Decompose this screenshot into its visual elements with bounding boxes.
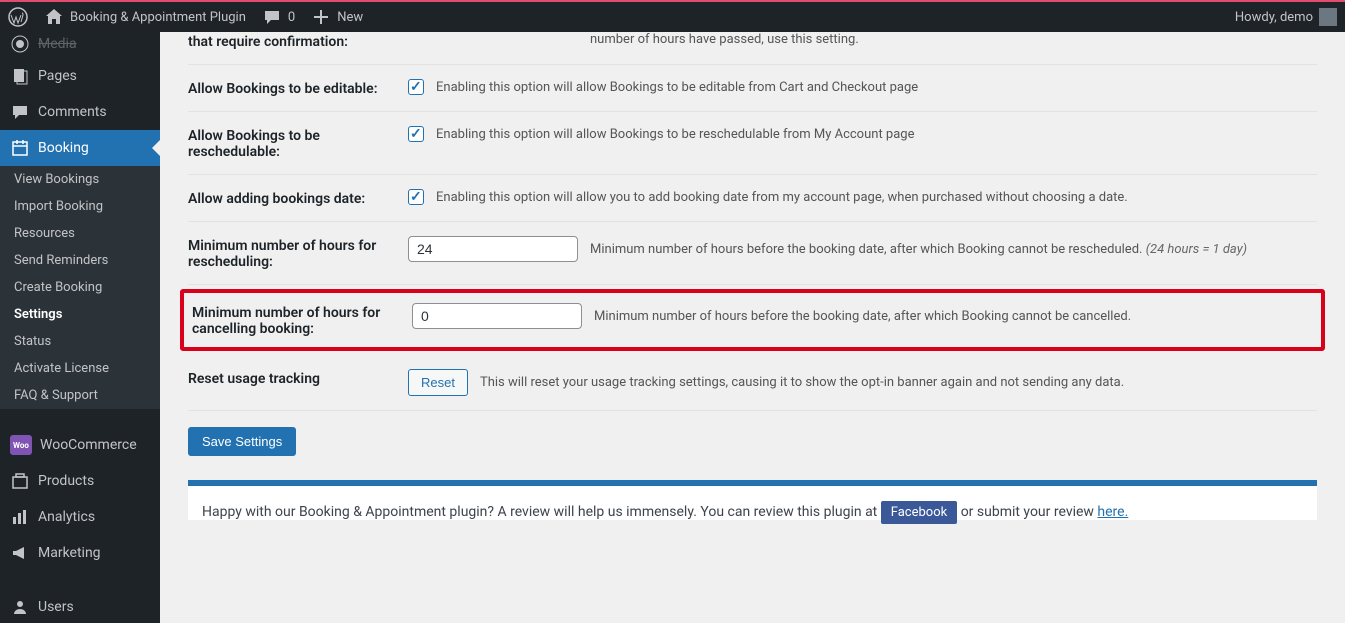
users-icon xyxy=(10,597,30,617)
comment-icon xyxy=(10,102,30,122)
sidebar-item-label: WooCommerce xyxy=(40,437,137,453)
review-here-link[interactable]: here. xyxy=(1097,504,1128,520)
submenu-resources[interactable]: Resources xyxy=(0,220,160,247)
calendar-icon xyxy=(10,138,30,158)
submenu-faq-support[interactable]: FAQ & Support xyxy=(0,382,160,409)
editable-desc: Enabling this option will allow Bookings… xyxy=(436,80,918,95)
sidebar-item-media[interactable]: Media xyxy=(0,32,160,58)
review-text-before: Happy with our Booking & Appointment plu… xyxy=(202,504,881,520)
comment-icon xyxy=(262,7,282,27)
sidebar-item-woocommerce[interactable]: Woo WooCommerce xyxy=(0,427,160,463)
sidebar-item-products[interactable]: Products xyxy=(0,463,160,499)
reschedulable-checkbox[interactable] xyxy=(408,126,424,142)
reschedulable-label: Allow Bookings to be reschedulable: xyxy=(188,126,408,160)
admin-sidebar: Media Pages Comments Booking View Bookin… xyxy=(0,32,160,623)
comments-link[interactable]: 0 xyxy=(254,2,303,32)
comments-count: 0 xyxy=(288,10,295,25)
min-resched-label: Minimum number of hours for rescheduling… xyxy=(188,236,408,270)
review-banner: Happy with our Booking & Appointment plu… xyxy=(188,480,1317,520)
megaphone-icon xyxy=(10,543,30,563)
admin-bar-right[interactable]: Howdy, demo xyxy=(1235,8,1345,26)
row-confirmation: that require confirmation: number of hou… xyxy=(188,32,1317,65)
min-cancel-input[interactable] xyxy=(412,303,582,329)
row-min-cancel-highlight: Minimum number of hours for cancelling b… xyxy=(180,289,1325,351)
new-label: New xyxy=(337,10,363,25)
sidebar-item-label: Analytics xyxy=(38,509,95,525)
min-resched-input[interactable] xyxy=(408,236,578,262)
row-min-cancel: Minimum number of hours for cancelling b… xyxy=(192,303,1313,337)
site-home-link[interactable]: Booking & Appointment Plugin xyxy=(36,2,254,32)
submenu-create-booking[interactable]: Create Booking xyxy=(0,274,160,301)
booking-submenu: View Bookings Import Booking Resources S… xyxy=(0,166,160,409)
min-cancel-desc: Minimum number of hours before the booki… xyxy=(594,309,1131,324)
sidebar-item-label: Products xyxy=(38,473,94,489)
min-cancel-label: Minimum number of hours for cancelling b… xyxy=(192,303,412,337)
submenu-settings[interactable]: Settings xyxy=(0,301,160,328)
sidebar-item-label: Users xyxy=(38,599,74,615)
submenu-send-reminders[interactable]: Send Reminders xyxy=(0,247,160,274)
sidebar-item-label: Comments xyxy=(38,104,107,120)
sidebar-item-users[interactable]: Users xyxy=(0,589,160,623)
save-settings-button[interactable]: Save Settings xyxy=(188,427,296,456)
submenu-import-booking[interactable]: Import Booking xyxy=(0,193,160,220)
sidebar-item-pages[interactable]: Pages xyxy=(0,58,160,94)
sidebar-item-analytics[interactable]: Analytics xyxy=(0,499,160,535)
howdy-text: Howdy, demo xyxy=(1235,10,1313,25)
min-resched-hint: (24 hours = 1 day) xyxy=(1146,242,1247,257)
add-date-label: Allow adding bookings date: xyxy=(188,189,408,207)
confirmation-desc: number of hours have passed, use this se… xyxy=(590,32,859,47)
home-icon xyxy=(44,7,64,27)
row-add-date: Allow adding bookings date: Enabling thi… xyxy=(188,175,1317,222)
reset-desc: This will reset your usage tracking sett… xyxy=(480,375,1124,390)
sidebar-item-comments[interactable]: Comments xyxy=(0,94,160,130)
row-reschedulable: Allow Bookings to be reschedulable: Enab… xyxy=(188,112,1317,175)
new-content-link[interactable]: New xyxy=(303,2,371,32)
woocommerce-icon: Woo xyxy=(10,435,32,455)
wordpress-icon xyxy=(8,7,28,27)
row-min-reschedule: Minimum number of hours for rescheduling… xyxy=(188,222,1317,285)
reset-button[interactable]: Reset xyxy=(408,369,468,396)
min-resched-desc: Minimum number of hours before the booki… xyxy=(590,242,1142,257)
sidebar-item-label: Booking xyxy=(38,140,89,156)
submenu-status[interactable]: Status xyxy=(0,328,160,355)
editable-label: Allow Bookings to be editable: xyxy=(188,79,408,97)
submenu-view-bookings[interactable]: View Bookings xyxy=(0,166,160,193)
reschedulable-desc: Enabling this option will allow Bookings… xyxy=(436,127,914,142)
editable-checkbox[interactable] xyxy=(408,79,424,95)
confirmation-label: that require confirmation: xyxy=(188,32,408,50)
media-icon xyxy=(10,34,30,54)
add-date-checkbox[interactable] xyxy=(408,189,424,205)
add-date-desc: Enabling this option will allow you to a… xyxy=(436,190,1128,205)
row-reset-tracking: Reset usage tracking Reset This will res… xyxy=(188,355,1317,411)
pages-icon xyxy=(10,66,30,86)
sidebar-item-booking[interactable]: Booking xyxy=(0,130,160,166)
analytics-icon xyxy=(10,507,30,527)
settings-content: that require confirmation: number of hou… xyxy=(160,32,1345,623)
sidebar-item-marketing[interactable]: Marketing xyxy=(0,535,160,571)
wp-logo[interactable] xyxy=(0,2,36,32)
avatar xyxy=(1319,8,1337,26)
sidebar-item-label: Media xyxy=(38,36,77,52)
products-icon xyxy=(10,471,30,491)
plus-icon xyxy=(311,7,331,27)
admin-bar-left: Booking & Appointment Plugin 0 New xyxy=(0,2,371,32)
facebook-badge[interactable]: Facebook xyxy=(881,501,957,524)
sidebar-item-label: Pages xyxy=(38,68,77,84)
reset-label: Reset usage tracking xyxy=(188,369,408,387)
submenu-activate-license[interactable]: Activate License xyxy=(0,355,160,382)
sidebar-item-label: Marketing xyxy=(38,545,101,561)
row-editable: Allow Bookings to be editable: Enabling … xyxy=(188,65,1317,112)
site-title: Booking & Appointment Plugin xyxy=(70,10,246,25)
admin-bar: Booking & Appointment Plugin 0 New Howdy… xyxy=(0,0,1345,32)
review-text-mid: or submit your review xyxy=(961,504,1098,520)
